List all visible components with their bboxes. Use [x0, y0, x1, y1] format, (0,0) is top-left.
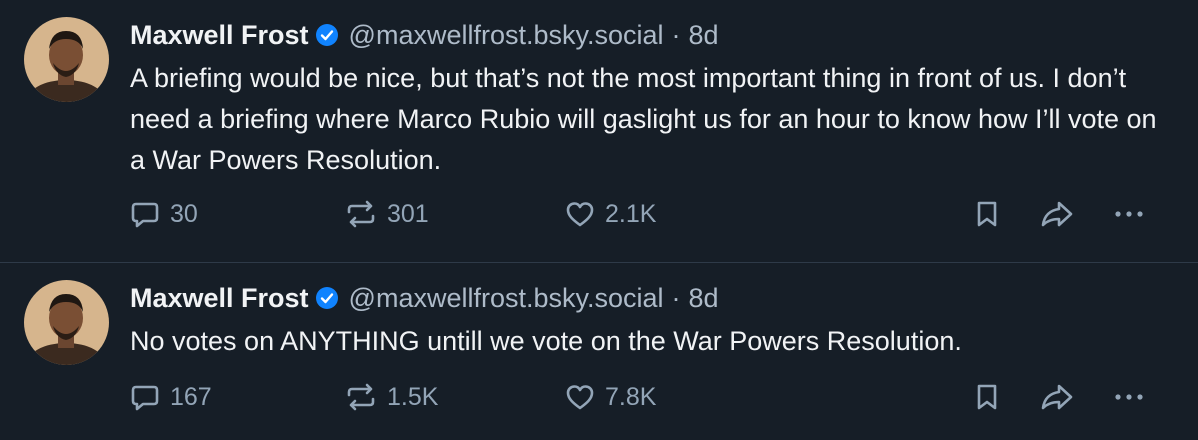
- repost-icon: [347, 200, 375, 228]
- like-button[interactable]: 2.1K: [565, 194, 656, 234]
- author-name[interactable]: Maxwell Frost: [130, 20, 309, 51]
- reply-count: 167: [170, 382, 212, 411]
- post-text: A briefing would be nice, but that’s not…: [130, 63, 1157, 175]
- reply-count: 30: [170, 199, 198, 228]
- share-button[interactable]: [1040, 194, 1074, 234]
- bookmark-button[interactable]: [973, 194, 1001, 234]
- reply-icon: [131, 202, 159, 228]
- like-count: 2.1K: [605, 199, 657, 228]
- like-button[interactable]: 7.8K: [565, 377, 656, 417]
- more-options-button[interactable]: [1112, 194, 1146, 234]
- repost-icon: [347, 383, 375, 411]
- verified-badge-icon: [315, 286, 339, 310]
- like-count: 7.8K: [605, 382, 657, 411]
- feed: Maxwell Frost @maxwellfrost.bsky.social …: [0, 0, 1198, 440]
- post-header: Maxwell Frost @maxwellfrost.bsky.social …: [130, 278, 1174, 318]
- repost-count: 301: [387, 199, 429, 228]
- avatar[interactable]: [24, 17, 109, 102]
- post-header: Maxwell Frost @maxwellfrost.bsky.social …: [130, 15, 1174, 55]
- share-icon: [1041, 384, 1073, 410]
- post-actions: 30 301 2.1K: [0, 194, 1198, 234]
- heart-icon: [566, 202, 594, 227]
- bookmark-icon: [977, 384, 997, 410]
- post-actions: 167 1.5K 7.8K: [0, 377, 1198, 417]
- post-timestamp[interactable]: 8d: [689, 283, 719, 314]
- reply-icon: [131, 385, 159, 411]
- author-handle[interactable]: @maxwellfrost.bsky.social: [349, 20, 664, 51]
- post-content: Maxwell Frost @maxwellfrost.bsky.social …: [130, 15, 1174, 181]
- more-options-button[interactable]: [1112, 377, 1146, 417]
- repost-button[interactable]: 301: [345, 194, 429, 234]
- repost-count: 1.5K: [387, 382, 439, 411]
- verified-badge-icon: [315, 23, 339, 47]
- post-content: Maxwell Frost @maxwellfrost.bsky.social …: [130, 278, 1174, 362]
- heart-icon: [566, 385, 594, 410]
- reply-button[interactable]: 30: [130, 194, 198, 234]
- avatar[interactable]: [24, 280, 109, 365]
- repost-button[interactable]: 1.5K: [345, 377, 438, 417]
- more-icon: [1115, 394, 1143, 400]
- separator-dot: ·: [671, 282, 681, 313]
- post-timestamp[interactable]: 8d: [689, 20, 719, 51]
- bookmark-icon: [977, 201, 997, 227]
- separator-dot: ·: [671, 19, 681, 50]
- post-text: No votes on ANYTHING untill we vote on t…: [130, 326, 962, 356]
- share-icon: [1041, 201, 1073, 227]
- reply-button[interactable]: 167: [130, 377, 212, 417]
- more-icon: [1115, 211, 1143, 217]
- share-button[interactable]: [1040, 377, 1074, 417]
- bookmark-button[interactable]: [973, 377, 1001, 417]
- author-handle[interactable]: @maxwellfrost.bsky.social: [349, 283, 664, 314]
- author-name[interactable]: Maxwell Frost: [130, 283, 309, 314]
